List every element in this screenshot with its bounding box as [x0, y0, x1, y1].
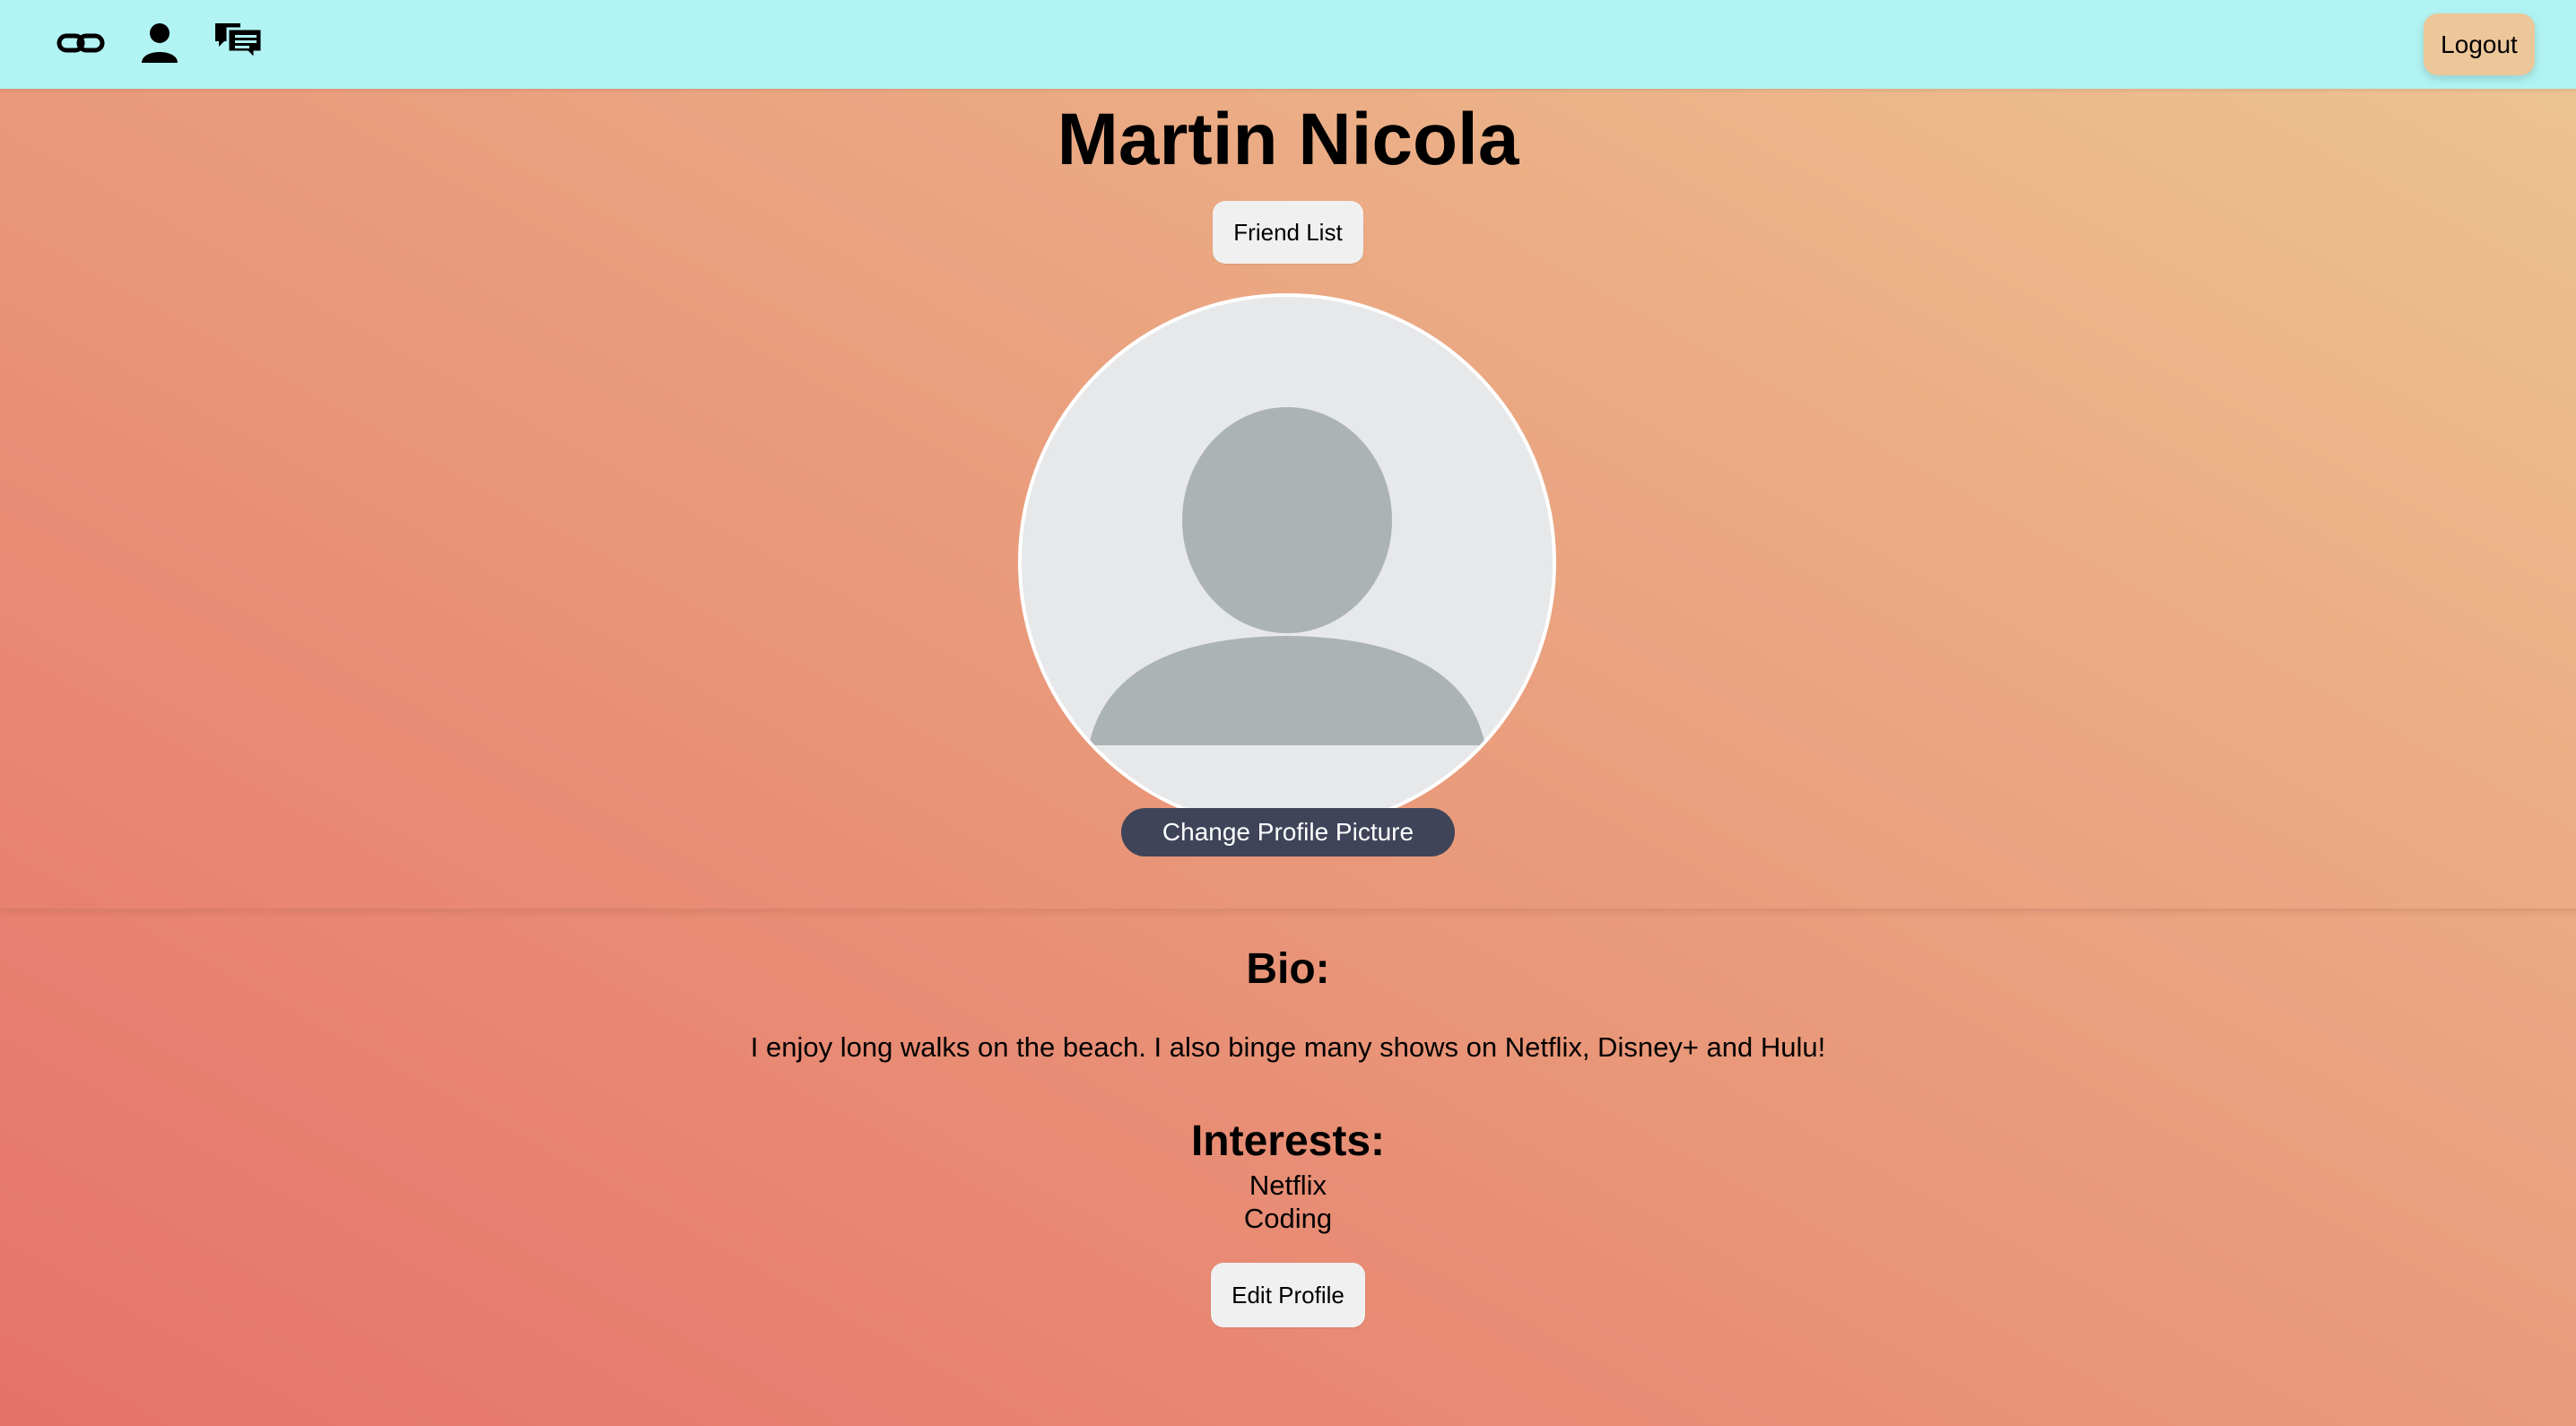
bio-text: I enjoy long walks on the beach. I also …	[750, 1031, 1826, 1063]
interest-item: Coding	[1243, 1203, 1333, 1234]
interests-heading: Interests:	[1190, 1117, 1386, 1165]
interest-item: Netflix	[1249, 1169, 1327, 1201]
profile-name: Martin Nicola	[1057, 99, 1519, 180]
change-profile-picture-button[interactable]: Change Profile Picture	[1121, 808, 1455, 856]
default-avatar-icon	[1022, 407, 1553, 828]
chat-icon[interactable]	[213, 18, 264, 68]
profile-header-card: Martin Nicola Friend List Change Profile…	[0, 89, 2576, 910]
edit-profile-button[interactable]: Edit Profile	[1211, 1263, 1365, 1327]
avatar	[1018, 293, 1556, 831]
link-icon[interactable]	[56, 18, 106, 68]
bio-heading: Bio:	[1246, 945, 1330, 993]
friend-list-button[interactable]: Friend List	[1213, 201, 1363, 264]
user-icon[interactable]	[135, 18, 185, 68]
logout-button[interactable]: Logout	[2424, 13, 2535, 75]
top-navbar: Logout	[0, 0, 2576, 89]
interests-list: Netflix Coding	[0, 1169, 2576, 1235]
